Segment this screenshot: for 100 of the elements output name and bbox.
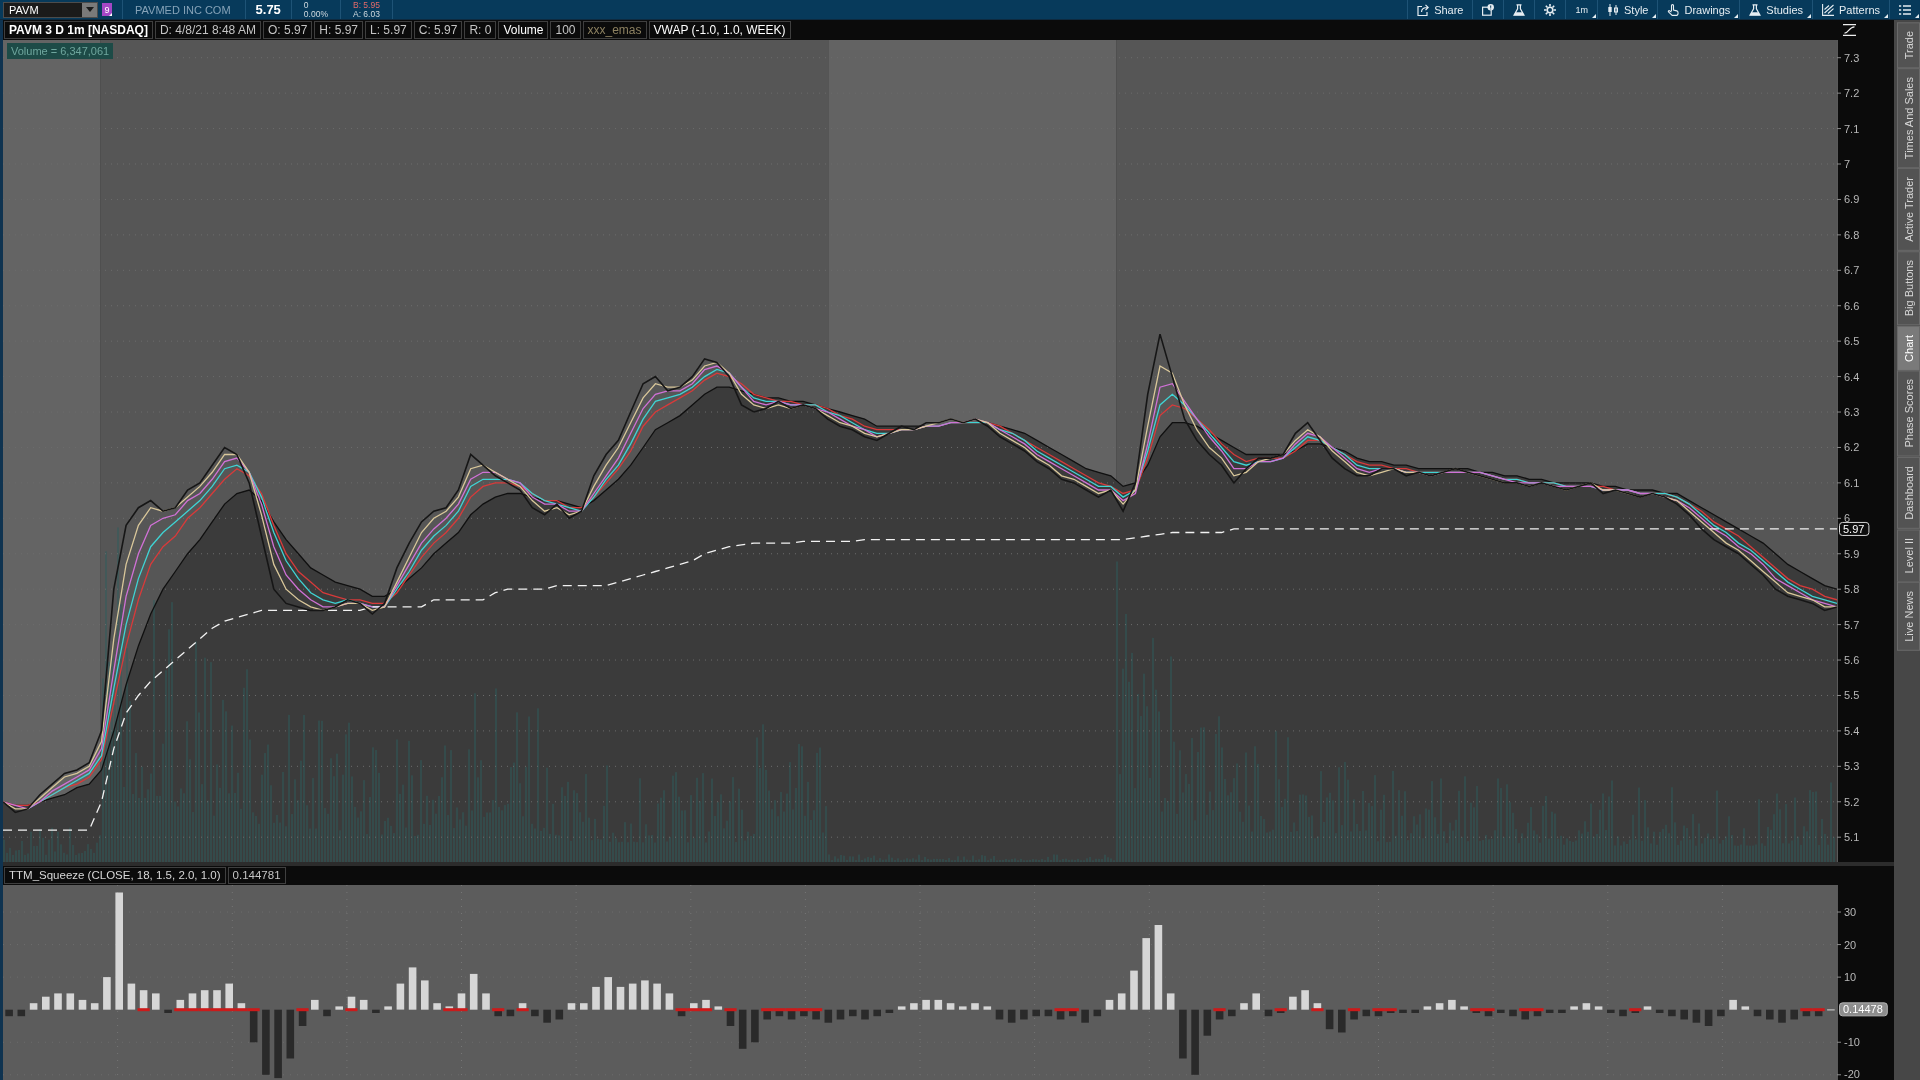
axis-label: 5.5 [1844, 689, 1860, 702]
axis-label: 10 [1844, 971, 1857, 984]
price-marker: 5.97 [1839, 521, 1870, 536]
histogram-bar [580, 1003, 588, 1010]
histogram-bar [1191, 1009, 1199, 1075]
histogram-bar [1044, 1009, 1053, 1017]
flask-icon [1513, 3, 1526, 16]
studies-button[interactable]: Studies [1739, 0, 1813, 19]
histogram-bar [90, 1003, 99, 1010]
histogram-bar [1142, 938, 1150, 1010]
side-tab[interactable]: Dashboard [1897, 456, 1920, 529]
histogram-bar [1594, 1006, 1603, 1010]
patterns-button[interactable]: Patterns [1812, 0, 1889, 19]
pattern-icon [1822, 3, 1835, 16]
style-button[interactable]: Style [1597, 0, 1658, 19]
study-label: VWAP (-1.0, 1.0, WEEK) [648, 21, 791, 39]
interval-button[interactable]: 1m [1565, 0, 1597, 19]
side-tab[interactable]: Active Trader [1897, 168, 1920, 252]
histogram-bar [897, 1006, 906, 1010]
hand-icon [1667, 3, 1680, 16]
candles-icon [1607, 3, 1619, 16]
axis-label: 5.7 [1844, 618, 1860, 631]
histogram-bar [469, 973, 478, 1010]
histogram-bar [1240, 1003, 1248, 1010]
side-tab[interactable]: Live News [1897, 582, 1920, 651]
histogram-bar [457, 993, 466, 1010]
drawings-button[interactable]: Drawings [1657, 0, 1740, 19]
squeeze-marker [1347, 1008, 1361, 1012]
side-tab[interactable]: Trade [1897, 22, 1920, 69]
histogram-bar [1741, 1006, 1750, 1010]
axis-label: 7 [1844, 158, 1851, 170]
histogram-bar [641, 980, 649, 1010]
histogram-bar [54, 993, 62, 1010]
histogram-bar [1582, 1003, 1591, 1010]
histogram-bar [5, 1009, 13, 1017]
dropdown-corner-icon [1652, 14, 1657, 18]
histogram-bar [200, 990, 209, 1010]
histogram-bar [567, 1003, 576, 1010]
gear-icon [1544, 3, 1557, 16]
quote-value: 0.144781 [227, 867, 286, 884]
histogram-bar [1117, 993, 1126, 1010]
side-tab[interactable]: Times And Sales [1897, 68, 1920, 169]
histogram-bar [188, 993, 197, 1010]
histogram-bar [323, 1009, 331, 1017]
histogram-bar [1521, 1009, 1529, 1020]
histogram-bar [408, 967, 417, 1010]
histogram-bar [1228, 1009, 1236, 1017]
symbol-field[interactable]: PAVM [3, 1, 98, 18]
axis-label: 7.1 [1844, 122, 1860, 135]
share-button[interactable]: Share [1407, 0, 1473, 19]
histogram-bar [1766, 1009, 1774, 1020]
link-badge[interactable]: 9 [102, 3, 112, 16]
quote-value: C: 5.97 [413, 21, 463, 39]
histogram-bar [543, 1009, 551, 1023]
histogram-bar [934, 999, 943, 1010]
caret-icon [85, 7, 94, 12]
side-tab[interactable]: Big Buttons [1897, 251, 1920, 326]
histogram-bar [751, 1009, 759, 1043]
side-tab[interactable]: Chart [1897, 325, 1920, 371]
company-name: PAVMED INC COM [135, 3, 231, 16]
histogram-bar [1020, 1009, 1028, 1020]
histogram-bar [42, 996, 50, 1010]
axis-label: -20 [1844, 1068, 1860, 1080]
corner-triangle-icon [109, 13, 112, 16]
histogram-bar [372, 1009, 380, 1013]
histogram-bar [849, 1009, 857, 1017]
histogram-bar [1790, 1009, 1798, 1020]
histogram-bar [1252, 993, 1260, 1010]
histogram-bar [946, 1003, 955, 1010]
histogram-bar [311, 999, 319, 1010]
axis-label: 6.2 [1844, 441, 1860, 454]
menu-button[interactable] [1889, 0, 1920, 19]
axis-label: 5.1 [1844, 831, 1860, 844]
squeeze-marker [1213, 1008, 1226, 1012]
histogram-bar [274, 1009, 282, 1079]
histogram-bar [1301, 990, 1309, 1010]
side-tab[interactable]: Level II [1897, 528, 1920, 583]
histogram-bar [262, 1009, 270, 1075]
histogram-bar [665, 993, 674, 1010]
axis-label: 6.7 [1844, 264, 1860, 277]
dropdown-button[interactable] [82, 2, 97, 17]
histogram-bar [702, 999, 710, 1010]
histogram-bar [824, 1009, 833, 1023]
histogram-bar [714, 1006, 723, 1010]
histogram-bar [1545, 1009, 1554, 1013]
histogram-bar [836, 1009, 845, 1020]
histogram-bar [1289, 996, 1297, 1010]
axis-label: 7.2 [1844, 87, 1860, 100]
histogram-bar [628, 983, 637, 1010]
histogram-bar [152, 993, 160, 1010]
histogram-bar [1680, 1009, 1688, 1020]
quote-value: O: 5.97 [262, 21, 313, 39]
histogram-bar [592, 986, 600, 1010]
histogram-bar [1509, 1009, 1517, 1017]
histogram-bar [1166, 993, 1175, 1010]
squeeze-marker [724, 1008, 737, 1012]
histogram-bar [971, 1003, 979, 1010]
histogram-bar [1350, 1009, 1358, 1020]
histogram-bar [1655, 1009, 1664, 1013]
side-tab[interactable]: Phase Scores [1897, 370, 1920, 457]
